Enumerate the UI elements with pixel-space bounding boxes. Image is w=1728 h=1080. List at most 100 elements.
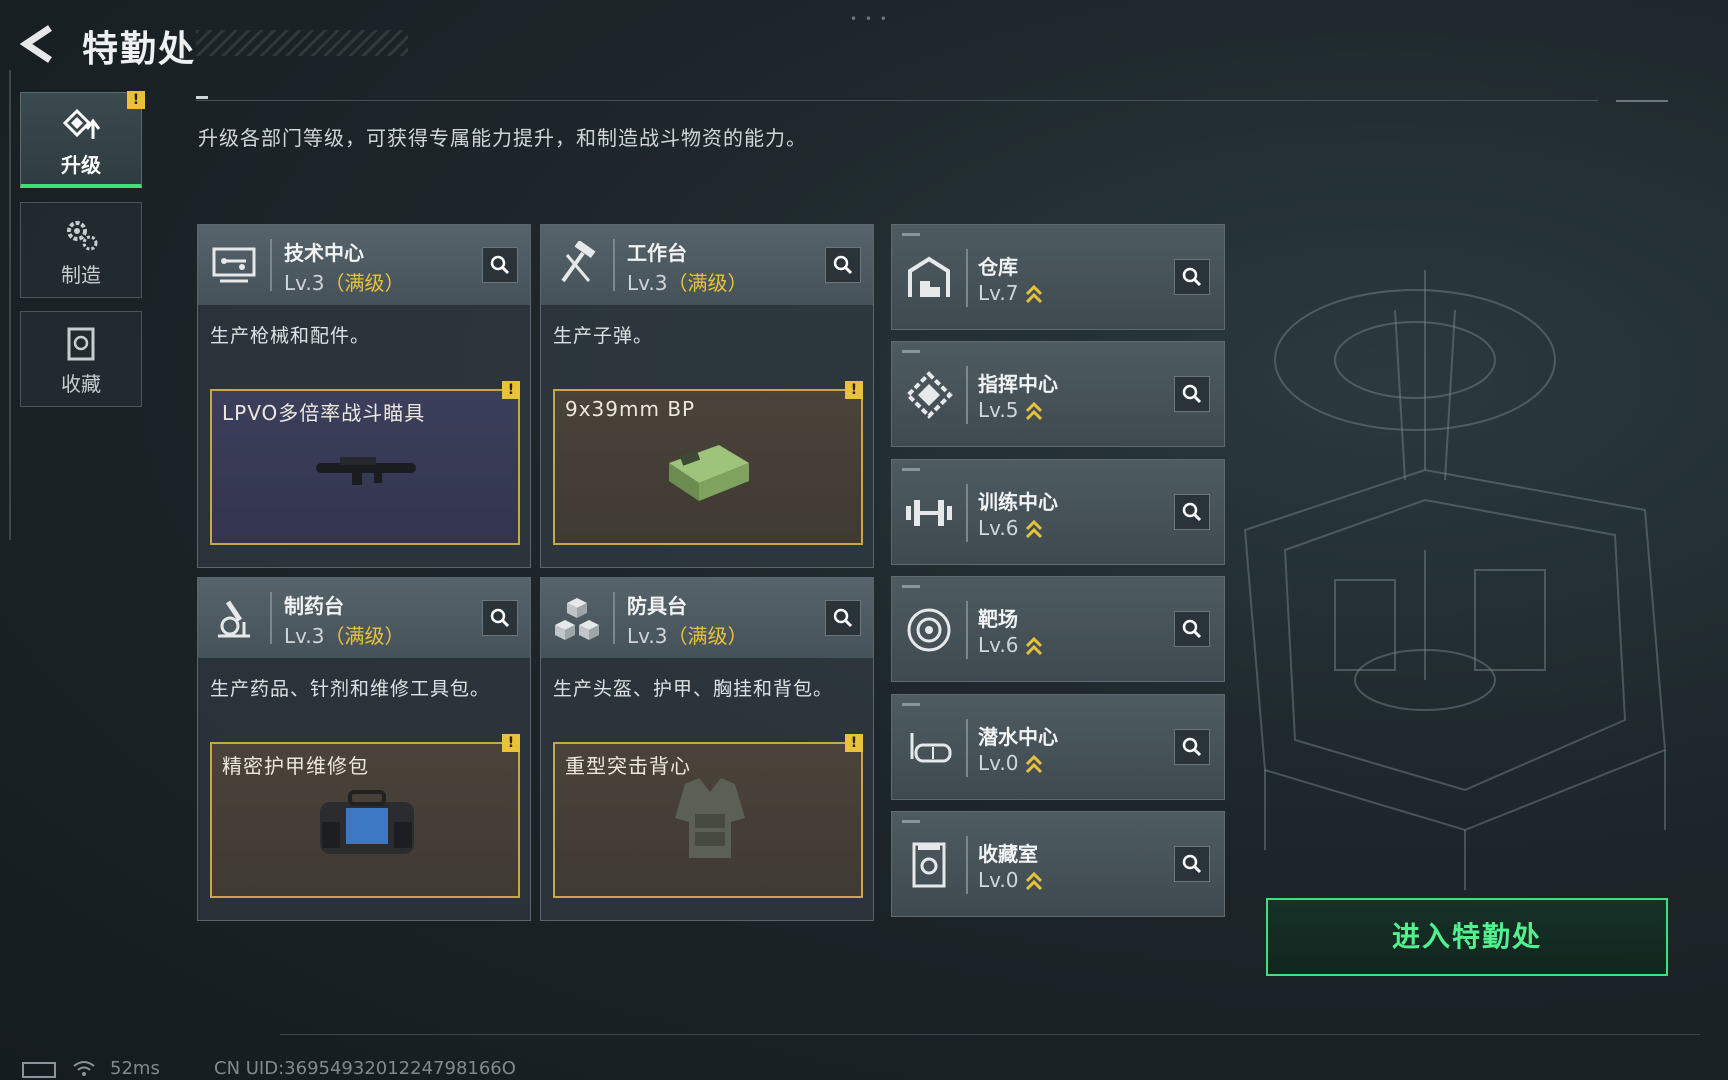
- base-hologram-image: [1243, 270, 1667, 890]
- card-marker: [902, 820, 920, 823]
- facility-name: 防具台: [627, 594, 687, 618]
- command-center-icon: [905, 371, 953, 419]
- upgrade-arrow-icon: [1025, 519, 1042, 538]
- wifi-icon: [73, 1061, 95, 1076]
- search-icon: [490, 608, 510, 628]
- search-button[interactable]: [1174, 376, 1210, 412]
- department-card-warehouse[interactable]: 仓库 Lv.7: [891, 224, 1225, 330]
- upgrade-icon: [62, 108, 101, 139]
- department-name: 指挥中心: [978, 372, 1058, 396]
- separator: [613, 592, 615, 644]
- facility-description: 生产药品、针剂和维修工具包。: [210, 678, 491, 700]
- battery-icon: [22, 1062, 56, 1078]
- separator: [966, 366, 968, 424]
- department-card-diving-center[interactable]: 潜水中心 Lv.0: [891, 694, 1225, 800]
- separator: [966, 249, 968, 307]
- facility-card-armor-bench[interactable]: 防具台 Lv.3（满级） 生产头盔、护甲、胸挂和背包。 重型突击背心 !: [540, 577, 874, 921]
- search-button[interactable]: [825, 600, 861, 636]
- collection-room-icon: [912, 842, 946, 888]
- separator: [270, 239, 272, 291]
- page-description: 升级各部门等级，可获得专属能力提升，和制造战斗物资的能力。: [198, 126, 807, 150]
- search-button[interactable]: [1174, 611, 1210, 647]
- alert-badge: !: [845, 734, 863, 752]
- department-card-command-center[interactable]: 指挥中心 Lv.5: [891, 341, 1225, 447]
- facility-header: 工作台 Lv.3（满级）: [541, 225, 873, 305]
- item-name: LPVO多倍率战斗瞄具: [222, 401, 426, 425]
- department-name: 收藏室: [978, 842, 1038, 866]
- search-button[interactable]: [1174, 259, 1210, 295]
- department-card-shooting-range[interactable]: 靶场 Lv.6: [891, 576, 1225, 682]
- vest-item-image: [675, 778, 745, 858]
- max-level-tag: （满级）: [324, 271, 405, 295]
- back-arrow-icon: [19, 25, 52, 63]
- alert-badge: !: [845, 381, 863, 399]
- sidebar-item-collection[interactable]: 收藏: [20, 311, 142, 407]
- search-icon: [833, 255, 853, 275]
- card-marker: [902, 703, 920, 706]
- target-icon: [907, 608, 951, 652]
- drag-handle-icon: • • •: [850, 12, 889, 26]
- search-button[interactable]: [482, 600, 518, 636]
- department-card-collection-room[interactable]: 收藏室 Lv.0: [891, 811, 1225, 917]
- enter-button[interactable]: 进入特勤处: [1266, 898, 1668, 976]
- dumbbell-icon: [906, 500, 952, 526]
- back-button[interactable]: [18, 22, 62, 66]
- search-icon: [1182, 384, 1202, 404]
- search-button[interactable]: [1174, 729, 1210, 765]
- separator: [966, 601, 968, 659]
- department-level: Lv.0: [978, 751, 1043, 776]
- separator: [613, 239, 615, 291]
- card-marker: [902, 468, 920, 471]
- separator: [966, 484, 968, 542]
- search-icon: [1182, 854, 1202, 874]
- sidebar-item-upgrade[interactable]: ! 升级: [20, 91, 145, 188]
- user-uid: CN UID:3695493201224798166O: [214, 1058, 516, 1079]
- facility-card-workbench[interactable]: 工作台 Lv.3（满级） 生产子弹。 9x39mm BP !: [540, 224, 874, 568]
- facility-card-pharmacy[interactable]: 制药台 Lv.3（满级） 生产药品、针剂和维修工具包。 精密护甲维修包 !: [197, 577, 531, 921]
- department-level: Lv.0: [978, 868, 1043, 893]
- search-icon: [1182, 619, 1202, 639]
- search-button[interactable]: [482, 247, 518, 283]
- repair-kit-item-image: [320, 790, 414, 854]
- item-name: 精密护甲维修包: [222, 754, 369, 778]
- facility-card-tech-center[interactable]: 技术中心 Lv.3（满级） 生产枪械和配件。 LPVO多倍率战斗瞄具 !: [197, 224, 531, 568]
- facility-level: Lv.3（满级）: [284, 271, 405, 295]
- department-level: Lv.5: [978, 398, 1043, 423]
- header-marker: [196, 96, 208, 99]
- search-icon: [1182, 737, 1202, 757]
- department-level: Lv.6: [978, 516, 1043, 541]
- cubes-icon: [555, 598, 599, 640]
- item-name: 9x39mm BP: [565, 397, 696, 421]
- warehouse-icon: [908, 256, 950, 297]
- facility-level: Lv.3（满级）: [284, 624, 405, 648]
- ammo-box-item-image: [669, 445, 749, 501]
- search-button[interactable]: [1174, 846, 1210, 882]
- search-button[interactable]: [1174, 494, 1210, 530]
- search-icon: [1182, 502, 1202, 522]
- department-name: 靶场: [978, 607, 1018, 631]
- separator: [966, 719, 968, 777]
- header-divider: [196, 100, 1598, 101]
- sidebar-item-craft[interactable]: 制造: [20, 202, 142, 298]
- card-marker: [902, 585, 920, 588]
- facility-description: 生产头盔、护甲、胸挂和背包。: [553, 678, 834, 700]
- monitor-icon: [212, 247, 256, 283]
- title-decoration: [196, 30, 408, 56]
- max-level-tag: （满级）: [667, 624, 748, 648]
- facility-name: 制药台: [284, 594, 344, 618]
- card-marker: [902, 233, 920, 236]
- upgrade-arrow-icon: [1025, 754, 1042, 773]
- department-level: Lv.6: [978, 633, 1043, 658]
- crafting-slot[interactable]: LPVO多倍率战斗瞄具 !: [210, 381, 520, 545]
- department-card-training-center[interactable]: 训练中心 Lv.6: [891, 459, 1225, 565]
- search-icon: [1182, 267, 1202, 287]
- crafting-slot[interactable]: 重型突击背心 !: [553, 734, 863, 898]
- separator: [966, 836, 968, 894]
- crafting-slot[interactable]: 精密护甲维修包 !: [210, 734, 520, 898]
- max-level-tag: （满级）: [667, 271, 748, 295]
- crafting-slot[interactable]: 9x39mm BP !: [553, 381, 863, 545]
- max-level-tag: （满级）: [324, 624, 405, 648]
- footer-divider: [280, 1034, 1700, 1035]
- sidebar-divider: [9, 70, 11, 540]
- search-button[interactable]: [825, 247, 861, 283]
